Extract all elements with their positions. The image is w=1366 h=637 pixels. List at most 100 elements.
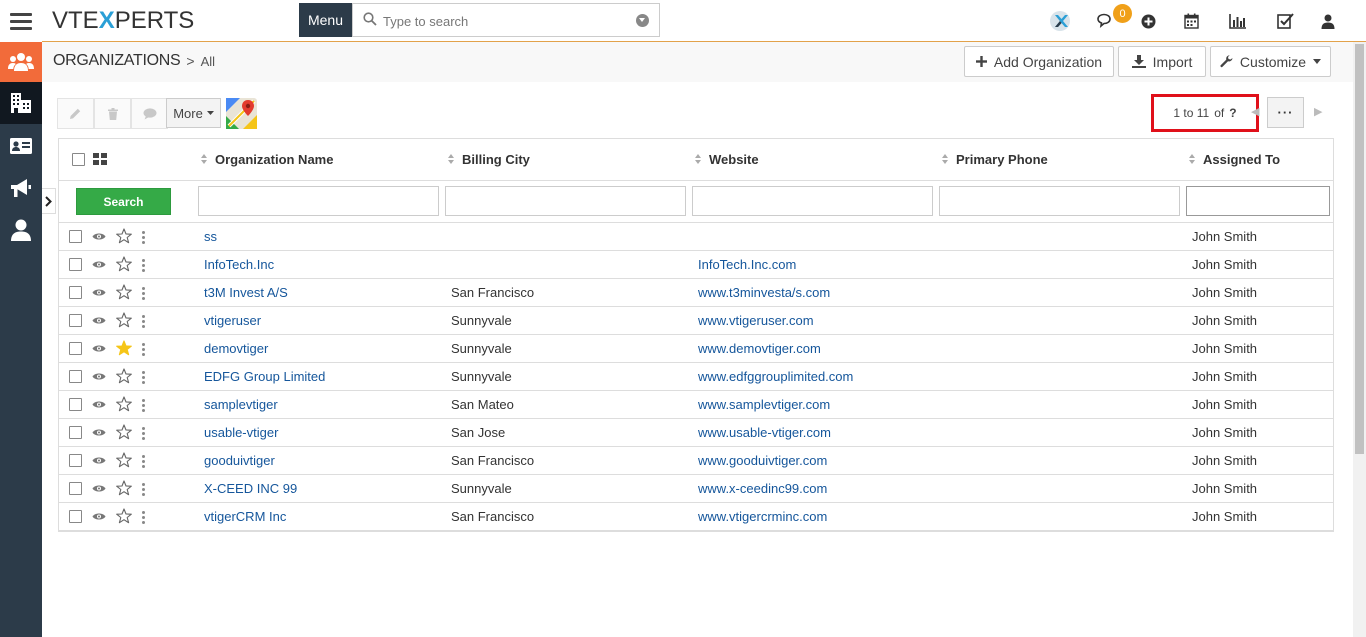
row-actions-icon[interactable] xyxy=(142,483,145,496)
table-row[interactable]: EDFG Group Limited Sunnyvale www.edfggroup… xyxy=(59,363,1333,391)
quick-view-eye-icon[interactable] xyxy=(92,288,106,297)
quick-view-eye-icon[interactable] xyxy=(92,400,106,409)
organization-name-link[interactable]: demovtiger xyxy=(204,341,268,356)
calendar-icon[interactable] xyxy=(1181,11,1201,31)
table-row[interactable]: gooduivtiger San Francisco www.gooduivtige… xyxy=(59,447,1333,475)
quick-view-eye-icon[interactable] xyxy=(92,456,106,465)
organization-name-link[interactable]: t3M Invest A/S xyxy=(204,285,288,300)
filter-website-input[interactable] xyxy=(692,186,933,216)
table-row[interactable]: X-CEED INC 99 Sunnyvale www.x-ceedinc99.co… xyxy=(59,475,1333,503)
organization-name-link[interactable]: vtigerCRM Inc xyxy=(204,509,286,524)
star-icon[interactable] xyxy=(116,312,132,328)
quick-view-eye-icon[interactable] xyxy=(92,260,106,269)
vtexperts-icon[interactable] xyxy=(1049,10,1071,32)
delete-button[interactable] xyxy=(94,98,131,129)
table-row[interactable]: samplevtiger San Mateo www.samplevtiger.co… xyxy=(59,391,1333,419)
website-link[interactable]: www.vtigeruser.com xyxy=(698,313,814,328)
row-actions-icon[interactable] xyxy=(142,259,145,272)
table-row[interactable]: usable-vtiger San Jose www.usable-vtiger.c… xyxy=(59,419,1333,447)
row-checkbox[interactable] xyxy=(69,230,82,243)
filter-organization-name-input[interactable] xyxy=(198,186,439,216)
sidebar-expand-toggle[interactable] xyxy=(42,188,56,214)
column-header-billing-city[interactable]: Billing City xyxy=(448,152,530,167)
plus-circle-icon[interactable] xyxy=(1138,11,1158,31)
organization-name-link[interactable]: samplevtiger xyxy=(204,397,278,412)
row-actions-icon[interactable] xyxy=(142,511,145,524)
organizations-group-icon[interactable] xyxy=(0,42,42,82)
row-actions-icon[interactable] xyxy=(142,399,145,412)
quick-view-eye-icon[interactable] xyxy=(92,512,106,521)
page-jump-button[interactable]: ··· xyxy=(1267,97,1304,128)
quick-view-eye-icon[interactable] xyxy=(92,344,106,353)
edit-button[interactable] xyxy=(57,98,94,129)
filter-primary-phone-input[interactable] xyxy=(939,186,1180,216)
row-actions-icon[interactable] xyxy=(142,427,145,440)
star-icon[interactable] xyxy=(116,340,132,356)
website-link[interactable]: www.edfggrouplimited.com xyxy=(698,369,853,384)
customize-button[interactable]: Customize xyxy=(1210,46,1331,77)
table-row[interactable]: InfoTech.Inc InfoTech.Inc.com John Smith xyxy=(59,251,1333,279)
star-icon[interactable] xyxy=(116,284,132,300)
row-checkbox[interactable] xyxy=(69,258,82,271)
building-icon[interactable] xyxy=(0,82,42,124)
organization-name-link[interactable]: X-CEED INC 99 xyxy=(204,481,297,496)
organization-name-link[interactable]: InfoTech.Inc xyxy=(204,257,274,272)
row-actions-icon[interactable] xyxy=(142,455,145,468)
row-actions-icon[interactable] xyxy=(142,343,145,356)
list-columns-icon[interactable] xyxy=(93,153,107,165)
scrollbar-thumb[interactable] xyxy=(1355,44,1364,454)
page-scrollbar[interactable] xyxy=(1353,42,1366,637)
website-link[interactable]: www.demovtiger.com xyxy=(698,341,821,356)
module-title[interactable]: ORGANIZATIONS xyxy=(53,52,181,70)
view-name[interactable]: All xyxy=(201,54,215,69)
star-icon[interactable] xyxy=(116,480,132,496)
menu-button[interactable]: Menu xyxy=(299,3,352,37)
website-link[interactable]: www.gooduivtiger.com xyxy=(698,453,827,468)
filter-billing-city-input[interactable] xyxy=(445,186,686,216)
row-checkbox[interactable] xyxy=(69,426,82,439)
megaphone-icon[interactable] xyxy=(0,168,42,208)
column-header-assigned-to[interactable]: Assigned To xyxy=(1189,152,1280,167)
row-actions-icon[interactable] xyxy=(142,287,145,300)
notification-count-badge[interactable]: 0 xyxy=(1113,4,1132,23)
task-check-icon[interactable] xyxy=(1275,11,1295,31)
table-row[interactable]: ss John Smith xyxy=(59,223,1333,251)
row-actions-icon[interactable] xyxy=(142,315,145,328)
row-checkbox[interactable] xyxy=(69,342,82,355)
quick-view-eye-icon[interactable] xyxy=(92,316,106,325)
table-row[interactable]: demovtiger Sunnyvale www.demovtiger.com Joh… xyxy=(59,335,1333,363)
next-page-icon[interactable]: ▶ xyxy=(1314,105,1322,118)
website-link[interactable]: www.t3minvesta/s.com xyxy=(698,285,830,300)
organization-name-link[interactable]: EDFG Group Limited xyxy=(204,369,325,384)
row-checkbox[interactable] xyxy=(69,482,82,495)
star-icon[interactable] xyxy=(116,452,132,468)
row-actions-icon[interactable] xyxy=(142,371,145,384)
search-options-dropdown-icon[interactable] xyxy=(636,14,649,27)
app-logo[interactable]: VTEXPERTS xyxy=(52,8,194,34)
quick-view-eye-icon[interactable] xyxy=(92,428,106,437)
row-checkbox[interactable] xyxy=(69,398,82,411)
organization-name-link[interactable]: ss xyxy=(204,229,217,244)
google-maps-icon[interactable] xyxy=(226,98,257,129)
filter-assigned-to-input[interactable] xyxy=(1186,186,1330,216)
column-header-organization-name[interactable]: Organization Name xyxy=(201,152,333,167)
global-search-input[interactable] xyxy=(383,10,623,32)
quick-view-eye-icon[interactable] xyxy=(92,372,106,381)
star-icon[interactable] xyxy=(116,256,132,272)
row-checkbox[interactable] xyxy=(69,286,82,299)
contact-card-icon[interactable] xyxy=(0,126,42,166)
row-checkbox[interactable] xyxy=(69,314,82,327)
website-link[interactable]: www.vtigercrminc.com xyxy=(698,509,827,524)
total-count-button[interactable]: ? xyxy=(1229,106,1236,120)
row-actions-icon[interactable] xyxy=(142,231,145,244)
organization-name-link[interactable]: usable-vtiger xyxy=(204,425,278,440)
import-button[interactable]: Import xyxy=(1118,46,1206,77)
star-icon[interactable] xyxy=(116,228,132,244)
more-actions-button[interactable]: More xyxy=(166,98,221,128)
quick-view-eye-icon[interactable] xyxy=(92,232,106,241)
search-button[interactable]: Search xyxy=(76,188,171,215)
add-organization-button[interactable]: Add Organization xyxy=(964,46,1114,77)
star-icon[interactable] xyxy=(116,508,132,524)
hamburger-menu-icon[interactable] xyxy=(0,0,42,42)
website-link[interactable]: www.samplevtiger.com xyxy=(698,397,830,412)
